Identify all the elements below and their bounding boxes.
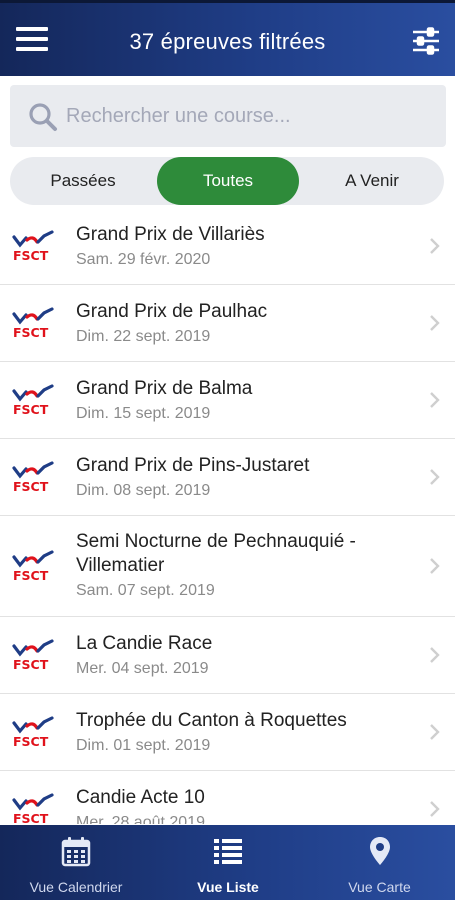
race-list-item[interactable]: FSCT Semi Nocturne de Pechnauquié - Vill… bbox=[0, 516, 455, 617]
fsgt-logo-icon: FSCT bbox=[12, 793, 54, 824]
fsgt-logo-icon: FSCT bbox=[12, 384, 54, 416]
page-title: 37 épreuves filtrées bbox=[129, 29, 326, 54]
race-date: Sam. 29 févr. 2020 bbox=[76, 251, 211, 268]
fsgt-logo-icon: FSCT bbox=[12, 307, 54, 339]
race-date: Mer. 28 août 2019 bbox=[76, 814, 205, 824]
chevron-right-icon bbox=[430, 315, 440, 331]
race-name: Grand Prix de Paulhac bbox=[76, 301, 268, 322]
segment-toutes[interactable]: Toutes bbox=[157, 157, 299, 205]
chevron-right-icon bbox=[430, 724, 440, 740]
app-header: 37 épreuves filtrées bbox=[0, 0, 455, 76]
chevron-right-icon bbox=[430, 392, 440, 408]
fsgt-logo-icon: FSCT bbox=[12, 716, 54, 748]
sliders-filter-icon[interactable] bbox=[411, 27, 441, 55]
race-list-item[interactable]: FSCT Grand Prix de Pins-Justaret Dim. 08… bbox=[0, 439, 455, 516]
tab-vue-calendrier[interactable]: Vue Calendrier bbox=[0, 825, 152, 900]
race-list: FSCT Grand Prix de Villariès Sam. 29 fév… bbox=[0, 207, 455, 824]
chevron-right-icon bbox=[430, 237, 440, 254]
fsgt-logo-icon: FSCT bbox=[12, 639, 54, 671]
race-list-item[interactable]: FSCT La Candie Race Mer. 04 sept. 2019 bbox=[0, 617, 455, 694]
chevron-right-icon bbox=[430, 647, 440, 663]
race-date: Mer. 04 sept. 2019 bbox=[76, 660, 209, 677]
tab-label: Vue Liste bbox=[197, 879, 259, 895]
race-date: Dim. 15 sept. 2019 bbox=[76, 405, 211, 422]
segment-a-venir[interactable]: A Venir bbox=[300, 157, 444, 205]
svg-text:FSCT: FSCT bbox=[13, 811, 49, 824]
fsgt-logo-icon: FSCT bbox=[12, 229, 54, 262]
race-date: Dim. 01 sept. 2019 bbox=[76, 737, 211, 754]
race-list-item[interactable]: FSCT Trophée du Canton à Roquettes Dim. … bbox=[0, 694, 455, 771]
race-date: Dim. 08 sept. 2019 bbox=[76, 482, 211, 499]
race-list-item[interactable]: FSCT Candie Acte 10 Mer. 28 août 2019 bbox=[0, 771, 455, 824]
race-name: Grand Prix de Balma bbox=[76, 378, 253, 399]
tab-vue-carte[interactable]: Vue Carte bbox=[304, 825, 455, 900]
svg-text:FSCT: FSCT bbox=[13, 568, 49, 582]
tab-vue-liste[interactable]: Vue Liste bbox=[152, 825, 304, 900]
race-name: Semi Nocturne de Pechnauquié - Villemati… bbox=[76, 531, 356, 576]
svg-text:FSCT: FSCT bbox=[13, 402, 49, 416]
svg-text:FSCT: FSCT bbox=[13, 734, 49, 748]
race-name: La Candie Race bbox=[76, 633, 213, 654]
chevron-right-icon bbox=[430, 801, 440, 817]
race-date: Dim. 22 sept. 2019 bbox=[76, 328, 211, 345]
svg-text:FSCT: FSCT bbox=[13, 325, 49, 339]
segment-passees[interactable]: Passées bbox=[10, 157, 156, 205]
map-pin-icon bbox=[369, 837, 390, 865]
race-list-item[interactable]: FSCT Grand Prix de Paulhac Dim. 22 sept.… bbox=[0, 285, 455, 362]
race-name: Trophée du Canton à Roquettes bbox=[76, 710, 347, 731]
search-input[interactable] bbox=[66, 99, 426, 133]
svg-text:FSCT: FSCT bbox=[13, 248, 49, 262]
race-name: Grand Prix de Pins-Justaret bbox=[76, 455, 310, 476]
search-bar bbox=[10, 85, 446, 147]
calendar-icon bbox=[61, 837, 91, 867]
race-name: Candie Acte 10 bbox=[76, 787, 205, 808]
bottom-tab-bar: Vue Calendrier Vue Liste Vue Carte bbox=[0, 825, 455, 900]
tab-label: Vue Calendrier bbox=[29, 879, 123, 895]
race-list-item[interactable]: FSCT Grand Prix de Balma Dim. 15 sept. 2… bbox=[0, 362, 455, 439]
tab-label: Vue Carte bbox=[348, 879, 411, 895]
search-icon bbox=[29, 103, 57, 131]
race-filter-segmented-control: Passées Toutes A Venir bbox=[10, 157, 444, 205]
chevron-right-icon bbox=[430, 558, 440, 574]
race-name: Grand Prix de Villariès bbox=[76, 224, 265, 245]
race-list-item[interactable]: FSCT Grand Prix de Villariès Sam. 29 fév… bbox=[0, 207, 455, 285]
svg-text:FSCT: FSCT bbox=[13, 657, 49, 671]
fsgt-logo-icon: FSCT bbox=[12, 550, 54, 582]
svg-text:FSCT: FSCT bbox=[13, 479, 49, 493]
race-date: Sam. 07 sept. 2019 bbox=[76, 582, 215, 599]
list-icon bbox=[214, 839, 242, 864]
chevron-right-icon bbox=[430, 469, 440, 485]
fsgt-logo-icon: FSCT bbox=[12, 461, 54, 493]
